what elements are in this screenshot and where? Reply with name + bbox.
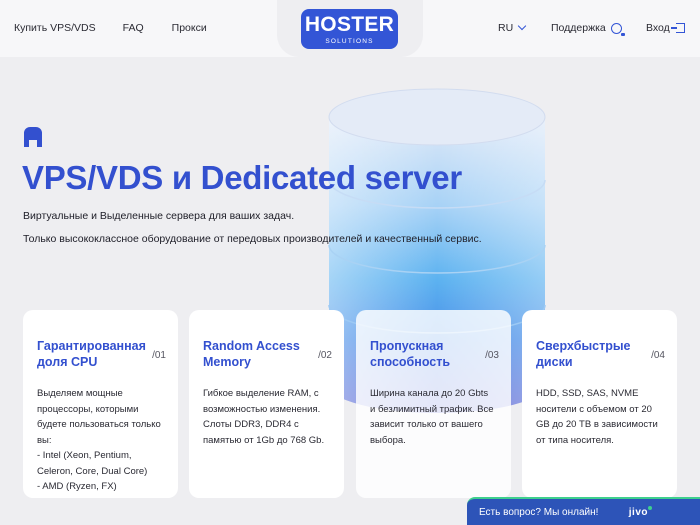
feature-card-cpu: Гарантированная доля CPU /01 Выделяем мо… bbox=[23, 310, 178, 498]
card-line: зависит только от вашего bbox=[370, 419, 483, 430]
nav-link-faq[interactable]: FAQ bbox=[123, 22, 144, 34]
main-nav: Купить VPS/VDS FAQ Прокси bbox=[14, 22, 207, 34]
card-line: GB до 20 TB в зависимости bbox=[536, 419, 658, 430]
card-line: возможностью изменения. bbox=[203, 403, 321, 415]
nav-link-buy-vps[interactable]: Купить VPS/VDS bbox=[14, 22, 96, 34]
brand-mark-icon bbox=[24, 127, 42, 147]
card-description: HDD, SSD, SAS, NVME носители с объемом о… bbox=[536, 386, 663, 448]
card-line: будете пользоваться только bbox=[37, 419, 161, 430]
card-description: Гибкое выделение RAM, с возможностью изм… bbox=[203, 386, 330, 448]
card-number: /02 bbox=[318, 350, 332, 361]
chat-widget-button[interactable]: Есть вопрос? Мы онлайн! jivo bbox=[467, 497, 700, 525]
card-title: Пропускная способность bbox=[370, 339, 451, 369]
page-title: VPS/VDS и Dedicated server bbox=[22, 159, 462, 196]
login-label: Вход bbox=[646, 22, 670, 34]
feature-card-bandwidth: Пропускная способность /03 Ширина канала… bbox=[356, 310, 511, 498]
card-line: HDD, SSD, SAS, NVME bbox=[536, 388, 639, 399]
card-title: Random Access Memory bbox=[203, 339, 300, 369]
card-line: памятью от 1Gb до 768 Gb. bbox=[203, 434, 325, 446]
card-number: /03 bbox=[485, 350, 499, 361]
card-line: процессоры, которыми bbox=[37, 403, 139, 415]
support-link[interactable]: Поддержка bbox=[551, 22, 625, 36]
card-description: Выделяем мощные процессоры, которыми буд… bbox=[37, 386, 164, 495]
chevron-down-icon bbox=[517, 21, 527, 31]
logo-subtext: SOLUTIONS bbox=[325, 38, 374, 45]
hero-subtitle: Виртуальные и Выделенные сервера для ваш… bbox=[23, 210, 295, 222]
card-line: Слоты DDR3, DDR4 с bbox=[203, 419, 299, 430]
logo-text: HOSTER bbox=[304, 13, 395, 36]
card-number: /01 bbox=[152, 350, 166, 361]
jivo-logo: jivo bbox=[628, 507, 648, 518]
feature-card-disks: Сверхбыстрые диски /04 HDD, SSD, SAS, NV… bbox=[522, 310, 677, 498]
login-link[interactable]: Вход bbox=[646, 22, 685, 34]
feature-card-ram: Random Access Memory /02 Гибкое выделени… bbox=[189, 310, 344, 498]
card-line: - Intel (Xeon, Pentium, bbox=[37, 450, 132, 461]
language-selector[interactable]: RU bbox=[498, 21, 527, 34]
card-description: Ширина канала до 20 Gbts и безлимитный т… bbox=[370, 386, 497, 448]
card-line: Ширина канала до 20 Gbts bbox=[370, 388, 489, 399]
online-indicator-icon bbox=[648, 506, 652, 510]
card-line: Celeron, Core, Dual Core) bbox=[37, 465, 148, 477]
chat-prompt: Есть вопрос? Мы онлайн! bbox=[479, 507, 599, 518]
card-line: и безлимитный трафик. Все bbox=[370, 403, 494, 415]
card-title: Гарантированная доля CPU bbox=[37, 339, 146, 369]
card-title: Сверхбыстрые диски bbox=[536, 339, 631, 369]
card-line: вы: bbox=[37, 434, 52, 446]
language-label: RU bbox=[498, 22, 514, 34]
card-number: /04 bbox=[651, 350, 665, 361]
hoster-logo[interactable]: HOSTER SOLUTIONS bbox=[301, 9, 398, 49]
headset-icon bbox=[610, 22, 625, 36]
card-line: Гибкое выделение RAM, с bbox=[203, 388, 319, 399]
login-icon bbox=[670, 23, 685, 33]
support-label: Поддержка bbox=[551, 22, 606, 34]
hero-description: Только высококлассное оборудование от пе… bbox=[23, 233, 482, 245]
card-line: выбора. bbox=[370, 434, 406, 446]
card-line: носители с объемом от 20 bbox=[536, 403, 652, 415]
card-line: Выделяем мощные bbox=[37, 388, 123, 399]
card-line: - AMD (Ryzen, FX) bbox=[37, 481, 117, 492]
card-line: от типа носителя. bbox=[536, 434, 614, 446]
nav-link-proxy[interactable]: Прокси bbox=[172, 22, 207, 34]
